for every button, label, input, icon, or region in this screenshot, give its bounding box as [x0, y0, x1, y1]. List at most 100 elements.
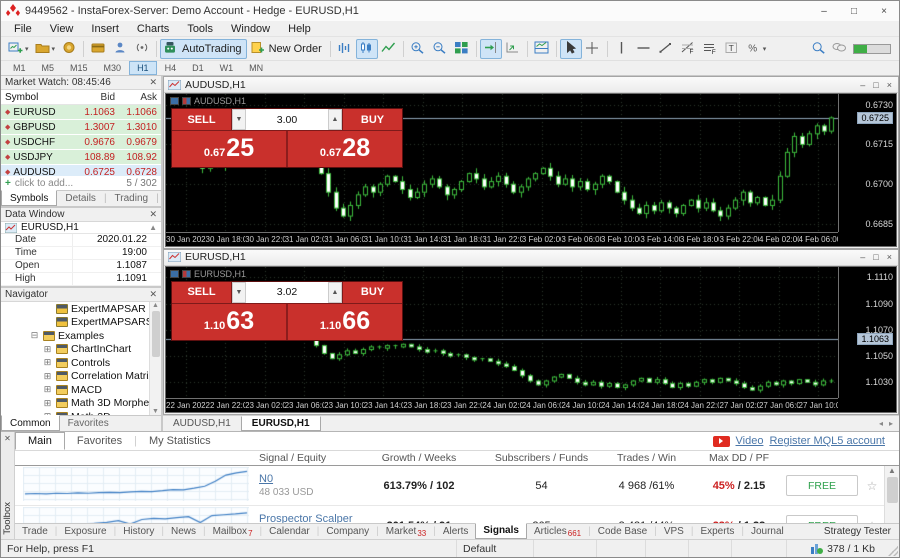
zoom-out-button[interactable] [429, 39, 451, 59]
collapse-icon[interactable]: ⊟ [29, 330, 40, 341]
signals-tab-my-statistics[interactable]: My Statistics [137, 432, 223, 450]
navigator-item-expertmapsarsizeoptim[interactable]: ExpertMAPSARSizeOptim [1, 316, 161, 330]
navigator-item-math-3d[interactable]: ⊞Math 3D [1, 410, 161, 415]
shapes-button[interactable]: %▾ [743, 39, 770, 59]
dropdown-arrow-icon[interactable]: ▾ [763, 45, 767, 53]
signals-scrollbar[interactable]: ▲ [884, 466, 899, 523]
market-watch-row[interactable]: ◆AUDUSD0.67250.6728 [1, 165, 161, 176]
toolbox-tab-signals[interactable]: Signals [475, 523, 527, 539]
bar-chart-button[interactable] [334, 39, 356, 59]
toolbox-tab-trade[interactable]: Trade [15, 524, 55, 539]
status-profile[interactable]: Default [457, 540, 534, 557]
minimize-button[interactable]: – [809, 1, 839, 21]
navigator-item-chartinchart[interactable]: ⊞ChartInChart [1, 343, 161, 357]
text-label-button[interactable]: T [721, 39, 743, 59]
market-watch-row[interactable]: ◆USDCHF0.96760.9679 [1, 135, 161, 150]
toolbox-tab-alerts[interactable]: Alerts [436, 524, 476, 539]
toolbox-tab-exposure[interactable]: Exposure [57, 524, 113, 539]
equidistant-channel-button[interactable]: F [699, 39, 721, 59]
timeframe-m30[interactable]: M30 [96, 61, 130, 75]
signal-name-link[interactable]: Prospector Scalper EA [259, 513, 353, 524]
toolbox-tab-experts[interactable]: Experts [693, 524, 741, 539]
timeframe-h1[interactable]: H1 [129, 61, 157, 75]
sell-price[interactable]: 1.1063 [172, 304, 288, 340]
navigator-tab-common[interactable]: Common [1, 415, 60, 431]
resize-grip[interactable] [888, 546, 898, 556]
community-icon[interactable] [109, 39, 131, 59]
toolbox-close-icon[interactable]: ✕ [4, 434, 11, 443]
market-watch-close-icon[interactable]: ✕ [149, 77, 157, 88]
maximize-button[interactable]: □ [839, 1, 869, 21]
signal-row[interactable]: N048 033 USD613.79% / 102544 968 /61%45%… [15, 466, 899, 506]
market-watch-row[interactable]: ◆EURUSD1.10631.1066 [1, 105, 161, 120]
zoom-in-button[interactable] [407, 39, 429, 59]
line-chart-button[interactable] [378, 39, 400, 59]
menu-insert[interactable]: Insert [82, 21, 128, 36]
timeframe-m1[interactable]: M1 [5, 61, 34, 75]
candle-chart-button[interactable] [356, 39, 378, 59]
navigator-scrollbar[interactable]: ▲▼ [149, 302, 161, 415]
depth-of-market-icon[interactable] [182, 97, 191, 105]
expand-icon[interactable]: ⊞ [42, 398, 53, 409]
scroll-up-icon[interactable]: ▲ [149, 223, 157, 232]
chart-area-eurusd[interactable]: EURUSD,H1 SELL ▼ 3.02 ▲ BUY [165, 266, 897, 413]
expand-icon[interactable]: ⊞ [42, 384, 53, 395]
video-link[interactable]: Video [736, 435, 764, 447]
chart-title-bar[interactable]: AUDUSD,H1 –□× [164, 77, 898, 93]
toolbox-tab-history[interactable]: History [116, 524, 161, 539]
tile-windows-button[interactable] [451, 39, 473, 59]
toolbox-tab-mailbox[interactable]: Mailbox7 [206, 524, 260, 539]
market-watch-tab-trading[interactable]: Trading [107, 191, 157, 206]
buy-price[interactable]: 0.6728 [288, 131, 402, 167]
volume-up-icon[interactable]: ▲ [328, 282, 342, 303]
expand-icon[interactable]: ⊞ [42, 357, 53, 368]
trend-line-button[interactable] [655, 39, 677, 59]
dropdown-arrow-icon[interactable]: ▾ [25, 45, 29, 53]
chart-minimize-icon[interactable]: – [860, 80, 865, 90]
toolbox-tab-company[interactable]: Company [319, 524, 376, 539]
metaquotes-id-icon[interactable] [58, 39, 80, 59]
volume-down-icon[interactable]: ▼ [232, 109, 246, 130]
signal-row[interactable]: Prospector Scalper EA201.54% / 912653 43… [15, 506, 899, 523]
scroll-right-icon[interactable]: ▸ [889, 419, 893, 428]
toolbox-tab-journal[interactable]: Journal [744, 524, 791, 539]
signals-tab-favorites[interactable]: Favorites [65, 432, 134, 450]
toolbox-tab-calendar[interactable]: Calendar [262, 524, 317, 539]
timeframe-mn[interactable]: MN [241, 61, 271, 75]
signal-name-link[interactable]: N0 [259, 473, 273, 485]
navigator-close-icon[interactable]: ✕ [149, 289, 157, 300]
market-watch-tab-symbols[interactable]: Symbols [1, 190, 57, 206]
buy-price[interactable]: 1.1066 [288, 304, 402, 340]
search-icon[interactable] [811, 41, 826, 57]
close-button[interactable]: × [869, 1, 899, 21]
chart-minimize-icon[interactable]: – [860, 252, 865, 262]
cursor-button[interactable] [560, 39, 582, 59]
navigator-item-math-3d-morpher[interactable]: ⊞Math 3D Morpher [1, 397, 161, 411]
one-click-toggle-icon[interactable] [170, 270, 179, 278]
depth-of-market-icon[interactable] [182, 270, 191, 278]
one-click-toggle-icon[interactable] [170, 97, 179, 105]
autotrading-button[interactable]: AutoTrading [160, 39, 247, 59]
volume-down-icon[interactable]: ▼ [232, 282, 246, 303]
signals-tab-main[interactable]: Main [15, 432, 65, 450]
timeframe-h4[interactable]: H4 [157, 61, 185, 75]
toolbox-tab-market[interactable]: Market33 [379, 524, 433, 539]
chart-close-icon[interactable]: × [887, 80, 892, 90]
buy-button[interactable]: BUY [342, 282, 402, 303]
shift-end-button[interactable] [480, 39, 502, 59]
volume-stepper[interactable]: ▼ 3.02 ▲ [232, 282, 342, 303]
menu-file[interactable]: File [5, 21, 41, 36]
chart-maximize-icon[interactable]: □ [873, 252, 878, 262]
profiles-button[interactable]: ▾ [32, 39, 59, 59]
crosshair-button[interactable] [582, 39, 604, 59]
navigator-item-macd[interactable]: ⊞MACD [1, 383, 161, 397]
expand-icon[interactable]: ⊞ [42, 371, 53, 382]
timeframe-m15[interactable]: M15 [62, 61, 96, 75]
new-chart-button[interactable]: ▾ [5, 39, 32, 59]
scroll-left-icon[interactable]: ◂ [879, 419, 883, 428]
timeframe-w1[interactable]: W1 [212, 61, 242, 75]
data-window-close-icon[interactable]: ✕ [149, 209, 157, 220]
toolbox-tab-news[interactable]: News [164, 524, 203, 539]
buy-button[interactable]: BUY [342, 109, 402, 130]
strategy-tester-label[interactable]: Strategy Tester [824, 524, 899, 539]
